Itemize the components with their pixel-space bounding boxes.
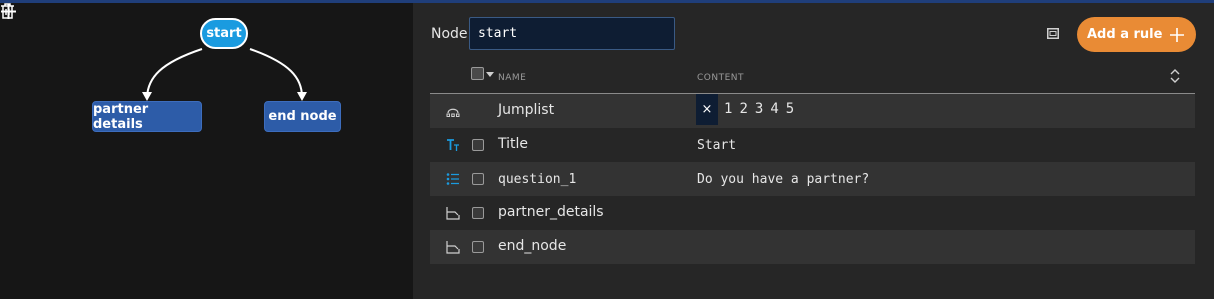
table-row[interactable]: partner_details [430, 196, 1195, 230]
branch-icon [446, 241, 460, 254]
rules-table: NAME CONTENT Jumplist × 1 2 3 4 5 Title … [430, 59, 1195, 264]
jumplist-clear-icon[interactable]: × [696, 94, 718, 125]
column-header-name[interactable]: NAME [498, 73, 526, 83]
list-icon [446, 173, 459, 185]
node-editor-panel: Node Add a rule NAME CONTENT [413, 3, 1214, 299]
table-row[interactable]: question_1 Do you have a partner? [430, 162, 1195, 196]
table-row[interactable]: end_node [430, 230, 1195, 264]
add-rule-label: Add a rule [1087, 27, 1163, 42]
node-name-input[interactable] [469, 17, 675, 50]
jumplist-pages: 1 2 3 4 5 [724, 101, 794, 117]
graph-node-partner-details[interactable]: partner details [92, 101, 202, 132]
jumplist-page[interactable]: 4 [770, 101, 778, 117]
row-name: Jumplist [498, 102, 555, 118]
jumplist-page[interactable]: 2 [739, 101, 747, 117]
row-name: end_node [498, 238, 567, 254]
expand-frame-icon[interactable] [1047, 28, 1059, 39]
row-checkbox[interactable] [472, 139, 484, 151]
row-checkbox[interactable] [472, 207, 484, 219]
jumplist-page[interactable]: 1 [724, 101, 732, 117]
title-icon [447, 139, 459, 151]
row-checkbox[interactable] [472, 173, 484, 185]
plus-icon [1170, 27, 1184, 42]
sort-icon[interactable] [1170, 68, 1180, 84]
node-field-label: Node [431, 26, 468, 42]
graph-edges [142, 48, 307, 101]
row-name: Title [498, 136, 529, 152]
table-header: NAME CONTENT [430, 59, 1195, 94]
graph-node-start[interactable]: start [200, 18, 248, 49]
flow-graph-panel: start partner details end node [0, 3, 413, 299]
select-menu-caret-icon[interactable] [486, 72, 494, 77]
column-header-content[interactable]: CONTENT [697, 73, 744, 83]
table-row[interactable]: Title Start [430, 128, 1195, 162]
trash-icon[interactable] [0, 3, 15, 19]
select-all-checkbox[interactable] [471, 67, 484, 80]
graph-node-end-node[interactable]: end node [264, 101, 341, 132]
row-content: Do you have a partner? [697, 172, 870, 187]
jumplist-page[interactable]: 3 [755, 101, 763, 117]
row-checkbox[interactable] [472, 241, 484, 253]
row-content: Start [697, 138, 737, 153]
row-name: partner_details [498, 204, 604, 220]
table-row[interactable]: Jumplist × 1 2 3 4 5 [430, 94, 1195, 128]
branch-icon [446, 207, 460, 220]
jumplist-page[interactable]: 5 [786, 101, 794, 117]
add-rule-button[interactable]: Add a rule [1077, 17, 1196, 52]
jumplist-icon [446, 108, 460, 117]
row-name: question_1 [498, 172, 577, 187]
